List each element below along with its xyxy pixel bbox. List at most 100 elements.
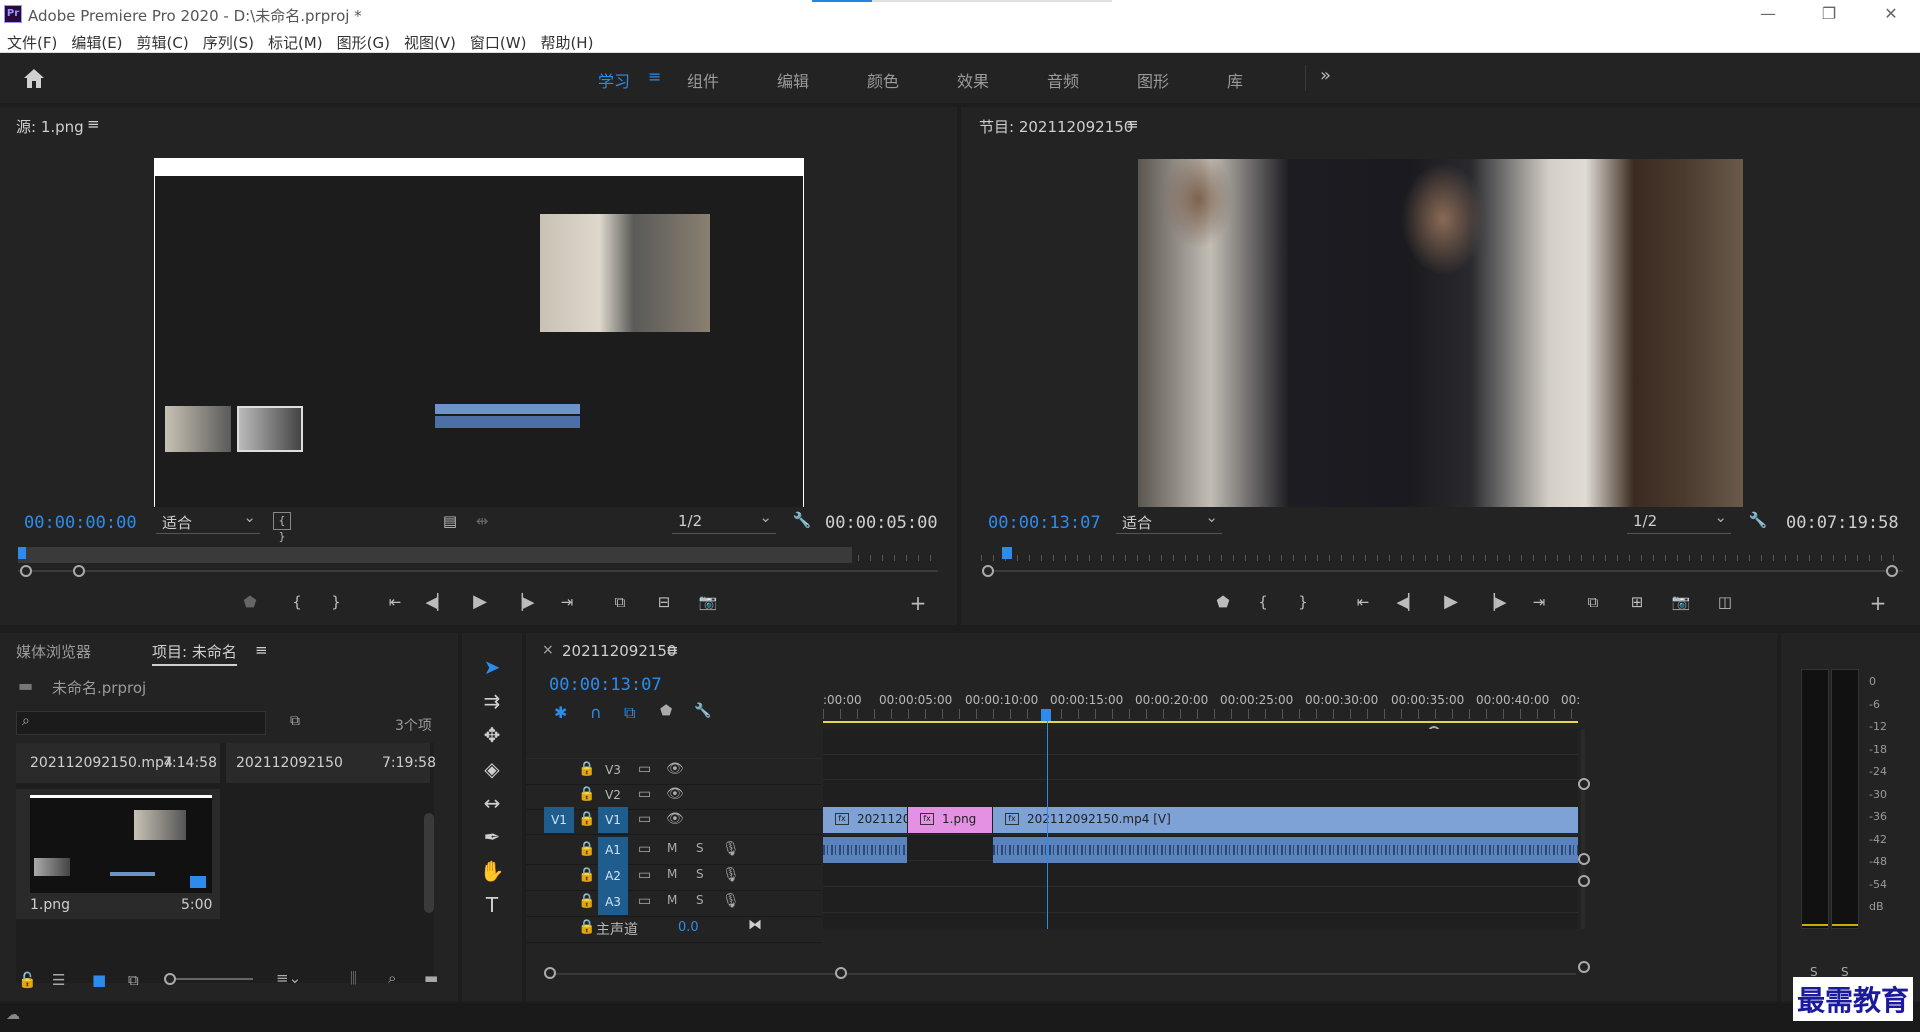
source-settings-wrench-icon[interactable]: 🔧	[790, 511, 814, 529]
workspace-menu-icon[interactable]: ≡	[648, 67, 661, 86]
new-bin-icon[interactable]: ▬	[424, 969, 438, 987]
source-overwrite-icon[interactable]: ⊟	[652, 593, 676, 611]
program-mark-in-icon[interactable]: {	[1251, 593, 1275, 611]
source-go-to-out-icon[interactable]: ⇥	[555, 593, 579, 611]
razor-tool-icon[interactable]: ◈	[478, 755, 506, 783]
add-marker-icon[interactable]: ⬟	[660, 703, 672, 719]
source-playhead[interactable]	[18, 547, 26, 559]
timeline-menu-icon[interactable]: ≡	[666, 641, 679, 659]
program-playhead[interactable]	[1002, 547, 1012, 559]
source-play-icon[interactable]: ▶	[468, 591, 492, 612]
menu-window[interactable]: 窗口(W)	[463, 28, 534, 53]
vscroll-handle-3[interactable]	[1578, 875, 1590, 887]
program-button-editor-icon[interactable]: +	[1866, 591, 1890, 615]
sync-lock-icon[interactable]: ▭	[638, 867, 651, 883]
project-item-image[interactable]: 1.png 5:00	[16, 789, 220, 919]
program-comparison-view-icon[interactable]: ◫	[1713, 593, 1737, 611]
timeline-tracks-area[interactable]: fx2021120921 fx1.png fx202112092150.mp4 …	[823, 719, 1578, 929]
eye-icon[interactable]: 👁	[666, 761, 684, 777]
clip-audio-2[interactable]	[993, 837, 1578, 863]
program-go-to-in-icon[interactable]: ⇤	[1351, 593, 1375, 611]
sync-lock-icon[interactable]: ▭	[638, 811, 651, 827]
track-lock-icon[interactable]: 🔒	[578, 919, 595, 935]
source-in-out-range[interactable]	[18, 547, 852, 563]
source-zoom-handle-left[interactable]	[20, 565, 32, 577]
workspace-tab-libraries[interactable]: 库	[1227, 68, 1243, 92]
source-mark-in-icon[interactable]: {	[285, 593, 309, 611]
program-zoom-bar[interactable]	[983, 570, 1903, 572]
program-mark-out-icon[interactable]: }	[1291, 593, 1315, 611]
mute-button[interactable]: M	[667, 867, 677, 881]
list-view-icon[interactable]: ☰	[52, 971, 65, 989]
track-label-v1[interactable]: V1	[598, 807, 628, 833]
program-resolution-dropdown[interactable]: 1/2	[1627, 508, 1731, 534]
timeline-vscroll[interactable]	[1581, 729, 1585, 929]
safe-margins-icon[interactable]: { }	[273, 512, 291, 543]
automate-sequence-icon[interactable]: ⫼	[350, 969, 357, 987]
sequence-tab[interactable]: 202112092150	[562, 642, 677, 660]
sync-lock-icon[interactable]: ▭	[638, 786, 651, 802]
menu-graphics[interactable]: 图形(G)	[330, 28, 397, 53]
menu-clip[interactable]: 剪辑(C)	[130, 28, 196, 53]
type-tool-icon[interactable]: T	[478, 891, 506, 919]
selection-tool-icon[interactable]: ➤	[478, 653, 506, 681]
mute-button[interactable]: M	[667, 841, 677, 855]
clip-image[interactable]: fx 1.png	[908, 807, 992, 833]
vscroll-handle-1[interactable]	[1578, 778, 1590, 790]
menu-help[interactable]: 帮助(H)	[533, 28, 600, 53]
track-lock-icon[interactable]: 🔒	[578, 841, 595, 857]
icon-view-icon[interactable]: ■	[92, 971, 106, 989]
source-step-forward-icon[interactable]: ▕▶	[511, 593, 535, 611]
ripple-edit-tool-icon[interactable]: ✥	[478, 721, 506, 749]
work-area-bar[interactable]	[823, 721, 1578, 723]
program-zoom-handle-right[interactable]	[1886, 565, 1898, 577]
workspace-tab-learn[interactable]: 学习	[598, 68, 630, 92]
freeform-view-icon[interactable]: ⧉	[128, 971, 139, 989]
project-panel-menu-icon[interactable]: ≡	[255, 641, 268, 659]
source-insert-icon[interactable]: ⧉	[608, 593, 632, 611]
source-panel-title[interactable]: 源: 1.png	[16, 116, 84, 137]
project-search-input[interactable]: ⌕	[16, 711, 266, 735]
drag-video-icon[interactable]: ▤	[438, 512, 462, 530]
master-volume-value[interactable]: 0.0	[678, 920, 699, 935]
source-patch-v1[interactable]: V1	[544, 807, 574, 833]
tab-media-browser[interactable]: 媒体浏览器	[16, 641, 91, 662]
minimize-button[interactable]: —	[1745, 2, 1791, 26]
track-label-a3[interactable]: A3	[598, 889, 628, 915]
microphone-icon[interactable]: 🎙	[722, 893, 740, 909]
workspace-tab-editing[interactable]: 编辑	[777, 68, 809, 92]
timeline-zoom-bar[interactable]	[546, 973, 1576, 975]
mute-button[interactable]: M	[667, 893, 677, 907]
thumbnail-size-slider[interactable]	[164, 973, 253, 985]
clip-video-2[interactable]: fx 202112092150.mp4 [V]	[993, 807, 1578, 833]
workspace-tab-effects[interactable]: 效果	[957, 68, 989, 92]
track-lock-icon[interactable]: 🔒	[578, 786, 595, 802]
solo-button[interactable]: S	[696, 893, 704, 907]
restore-button[interactable]: ❐	[1806, 2, 1852, 26]
sync-lock-icon[interactable]: ▭	[638, 841, 651, 857]
source-zoom-handle-right[interactable]	[73, 565, 85, 577]
workspace-tab-assembly[interactable]: 组件	[687, 68, 719, 92]
workspace-tab-color[interactable]: 颜色	[867, 68, 899, 92]
source-add-marker-icon[interactable]: ⬟	[238, 593, 262, 611]
sync-lock-icon[interactable]: ▭	[638, 761, 651, 777]
home-icon[interactable]	[22, 67, 46, 89]
program-step-back-icon[interactable]: ◀▏	[1396, 593, 1420, 611]
timeline-timecode[interactable]: 00:00:13:07	[549, 675, 662, 695]
workspace-tab-audio[interactable]: 音频	[1047, 68, 1079, 92]
zoom-handle-right[interactable]	[835, 967, 847, 979]
clip-video-1[interactable]: fx2021120921	[823, 807, 907, 833]
timeline-playhead-line[interactable]	[1047, 719, 1048, 929]
program-fit-dropdown[interactable]: 适合	[1116, 508, 1222, 534]
more-workspaces-icon[interactable]: »	[1320, 65, 1331, 86]
master-track-end-icon[interactable]: ⧓	[748, 917, 762, 933]
source-zoom-bar[interactable]	[18, 570, 938, 572]
solo-button[interactable]: S	[696, 841, 704, 855]
program-timecode[interactable]: 00:00:13:07	[988, 513, 1101, 533]
snap-magnet-icon[interactable]: ∩	[590, 703, 602, 722]
source-panel-menu-icon[interactable]: ≡	[87, 115, 100, 133]
menu-markers[interactable]: 标记(M)	[261, 28, 330, 53]
workspace-tab-graphics[interactable]: 图形	[1137, 68, 1169, 92]
project-scrollbar[interactable]	[424, 813, 434, 913]
solo-button[interactable]: S	[696, 867, 704, 881]
